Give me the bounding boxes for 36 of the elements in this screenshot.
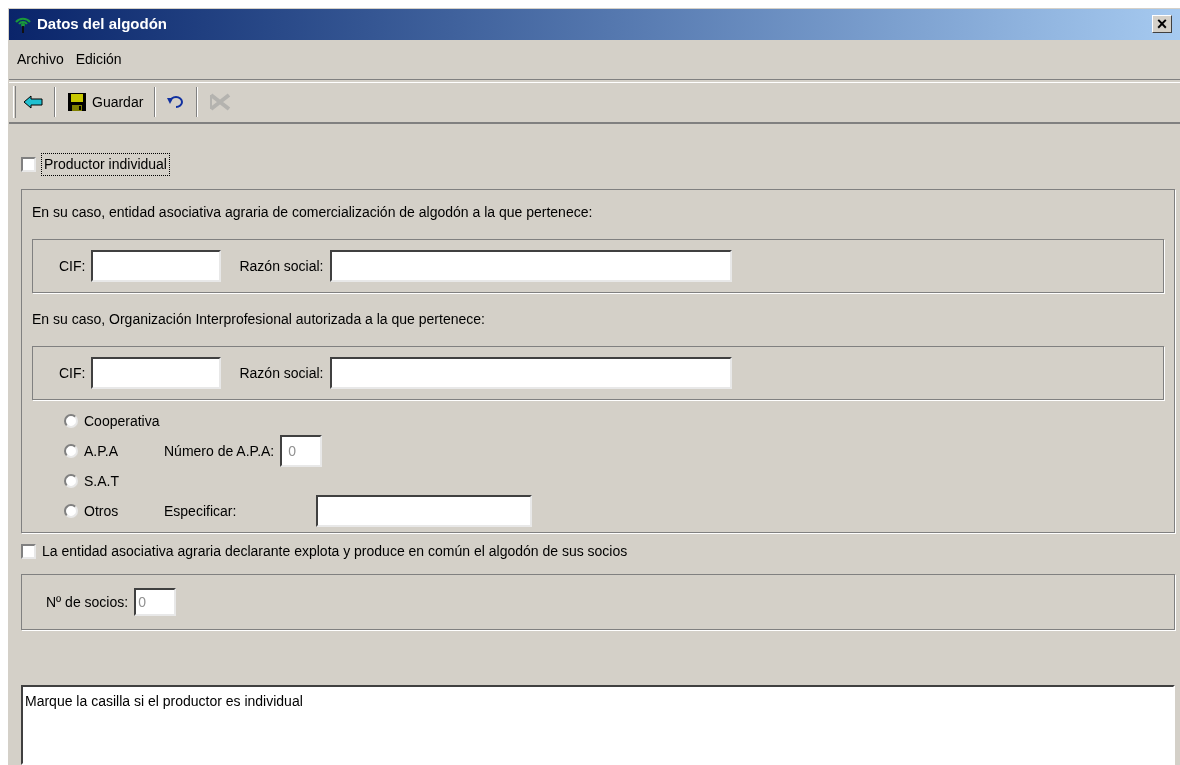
radio-button[interactable]: [64, 414, 78, 428]
section-label: En su caso, entidad asociativa agraria de comercialización de algodón a la que pertenece:: [32, 203, 594, 222]
window-title: Datos del algodón: [37, 14, 168, 35]
field-label: Nº de socios:: [46, 592, 129, 612]
back-arrow-icon: [23, 94, 43, 111]
input-field[interactable]: [91, 357, 222, 389]
field-label: Número de A.P.A:: [164, 441, 275, 461]
save-icon: [67, 92, 87, 113]
field-label: Razón social:: [239, 256, 324, 276]
section-label: En su caso, Organización Interprofesional autorizada a la que pertenece:: [32, 310, 486, 329]
radio-label[interactable]: A.P.A: [84, 440, 164, 462]
checkbox-label[interactable]: Productor individual: [42, 154, 169, 175]
field-label: Especificar:: [164, 501, 238, 521]
menu-item[interactable]: Archivo: [11, 48, 70, 70]
undo-icon: [167, 95, 186, 110]
radio-label[interactable]: Otros: [84, 500, 164, 522]
checkbox-label[interactable]: La entidad asociativa agraria declarante explota y produce en común el algodón de sus socios: [42, 541, 628, 562]
menu-item[interactable]: Edición: [69, 48, 128, 70]
field-label: CIF:: [59, 256, 86, 276]
input-field[interactable]: [329, 357, 732, 389]
radio-label[interactable]: Cooperativa: [84, 410, 164, 432]
field-label: CIF:: [59, 363, 86, 383]
input-field[interactable]: [316, 495, 532, 527]
save-button[interactable]: Guardar: [64, 87, 147, 118]
field-label: Razón social:: [239, 363, 324, 383]
input-field[interactable]: [329, 250, 732, 282]
help-text-box: Marque la casilla si el productor es individual: [21, 685, 1175, 765]
close-button[interactable]: ×: [1152, 15, 1172, 34]
cross-icon: [209, 93, 232, 112]
radio-label[interactable]: S.A.T: [84, 470, 164, 492]
checkbox[interactable]: [21, 544, 36, 559]
radio-button[interactable]: [64, 474, 78, 488]
radio-button[interactable]: [64, 504, 78, 518]
input-field[interactable]: [91, 250, 222, 282]
checkbox[interactable]: [21, 157, 36, 172]
radio-button[interactable]: [64, 444, 78, 458]
